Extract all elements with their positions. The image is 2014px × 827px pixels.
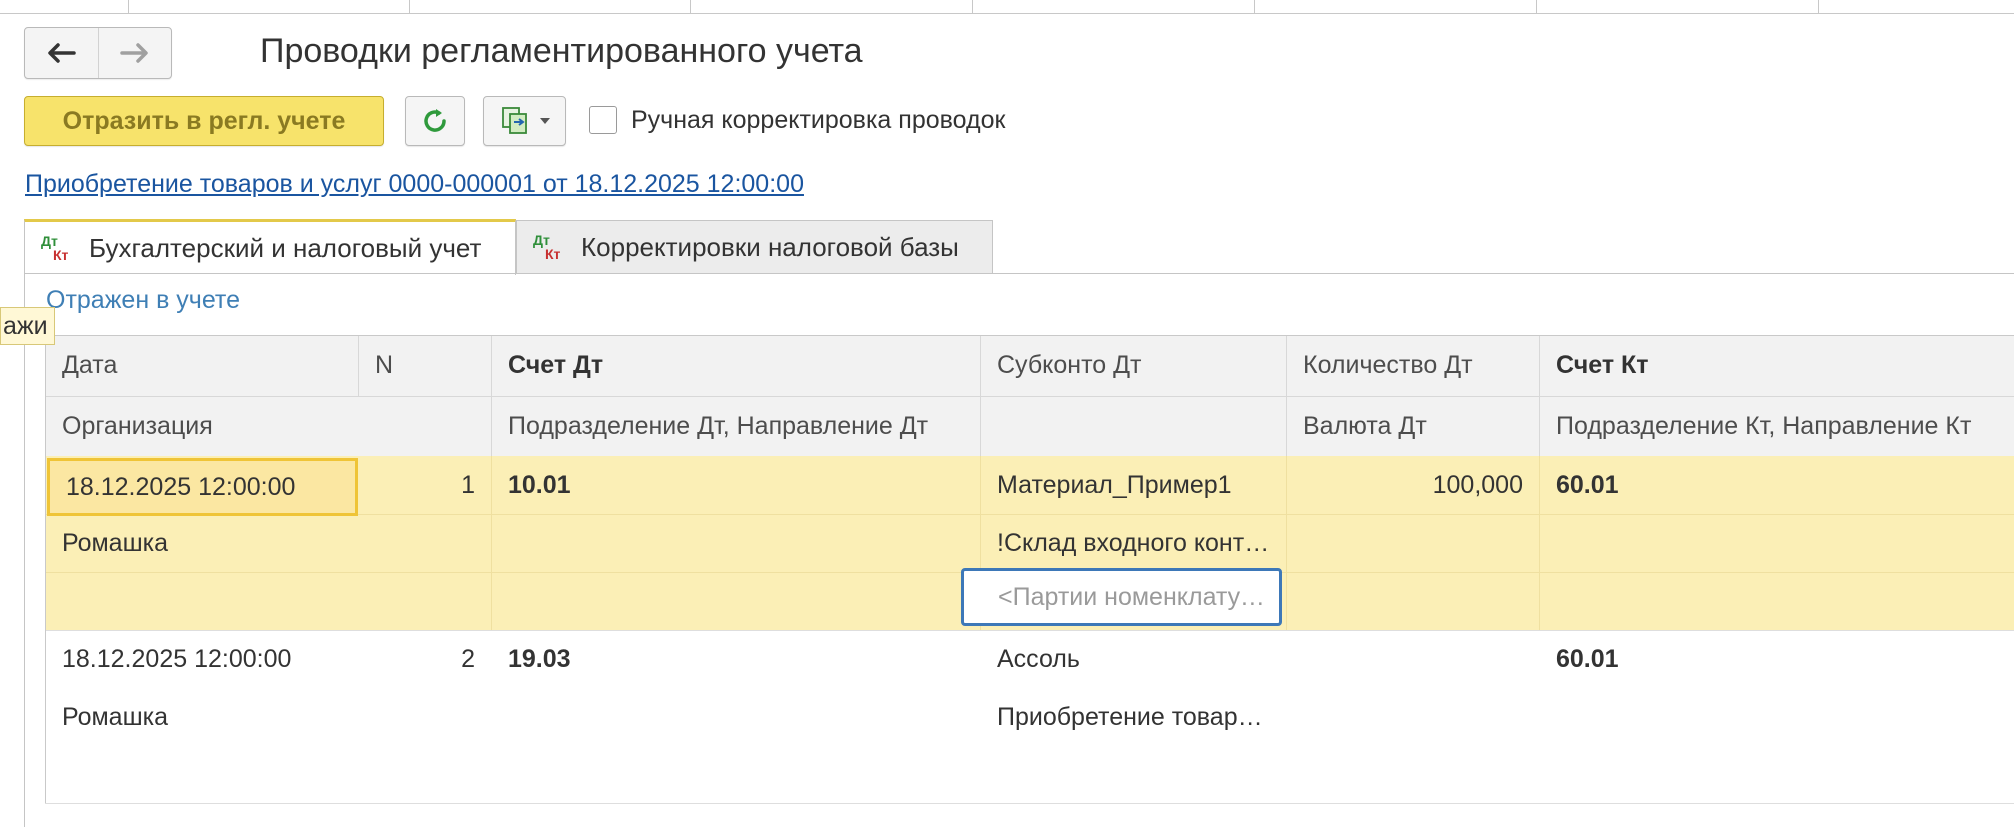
- navigation-buttons: [24, 27, 172, 79]
- cell-quantity-dt[interactable]: 100,000: [1287, 456, 1539, 514]
- dt-kt-icon: Дт Кт: [41, 232, 69, 263]
- cell-account-kt[interactable]: 60.01: [1540, 630, 2014, 688]
- panel-border: [24, 274, 25, 827]
- table-bottom-border: [45, 803, 2014, 804]
- cell-account-dt[interactable]: 10.01: [492, 456, 980, 514]
- posting-status: Отражен в учете: [46, 286, 240, 314]
- document-structure-button[interactable]: [483, 96, 566, 146]
- structure-icon: [501, 107, 527, 134]
- cell-account-dt[interactable]: 19.03: [492, 630, 980, 688]
- cell-number[interactable]: 1: [359, 456, 491, 514]
- cell-subconto-dt-1[interactable]: Материал_Пример1: [981, 456, 1286, 514]
- cell-organization[interactable]: Ромашка: [46, 688, 491, 746]
- header-quantity-dt[interactable]: Количество Дт: [1287, 336, 1539, 394]
- arrow-left-icon: [48, 43, 76, 63]
- cell-subconto-dt-2[interactable]: !Склад входного контроля: [981, 514, 1286, 572]
- refresh-button[interactable]: [405, 96, 465, 146]
- cell-account-kt[interactable]: 60.01: [1540, 456, 2014, 514]
- tab-accounting-tax[interactable]: Дт Кт Бухгалтерский и налоговый учет: [24, 219, 516, 275]
- page-title: Проводки регламентированного учета: [260, 32, 863, 70]
- source-document-link[interactable]: Приобретение товаров и услуг 0000-000001…: [25, 170, 804, 199]
- arrow-right-icon: [120, 43, 148, 63]
- tab-label: Корректировки налоговой базы: [581, 232, 959, 262]
- dt-kt-icon: Дт Кт: [533, 231, 561, 262]
- cell-date[interactable]: 18.12.2025 12:00:00: [46, 630, 358, 688]
- cell-organization[interactable]: Ромашка: [46, 514, 491, 572]
- cell-date[interactable]: 18.12.2025 12:00:00: [47, 458, 358, 516]
- header-number[interactable]: N: [359, 336, 491, 394]
- header-organization[interactable]: Организация: [46, 397, 491, 455]
- tab-label: Бухгалтерский и налоговый учет: [89, 233, 482, 263]
- forward-button[interactable]: [97, 28, 172, 78]
- header-subconto-dt[interactable]: Субконто Дт: [981, 336, 1286, 394]
- header-account-kt[interactable]: Счет Кт: [1540, 336, 2014, 394]
- cell-number[interactable]: 2: [359, 630, 491, 688]
- post-to-accounting-button[interactable]: Отразить в регл. учете: [24, 96, 384, 146]
- back-button[interactable]: [25, 28, 98, 78]
- header-currency-dt[interactable]: Валюта Дт: [1287, 397, 1539, 455]
- tooltip-fragment: ажи: [0, 307, 55, 345]
- subconto-edit-field[interactable]: <Партии номенклатуры>: [961, 568, 1282, 626]
- cell-subconto-dt-1[interactable]: Ассоль: [981, 630, 1286, 688]
- cell-subconto-dt-2[interactable]: Приобретение товаров и услуг: [981, 688, 1286, 746]
- tabs-divider: [24, 273, 2014, 274]
- manual-correction-label: Ручная корректировка проводок: [631, 106, 1006, 134]
- tab-tax-base-corrections[interactable]: Дт Кт Корректировки налоговой базы: [516, 220, 993, 274]
- chevron-down-icon: [539, 118, 550, 124]
- top-tab-strip: [0, 0, 2014, 14]
- header-date[interactable]: Дата: [46, 336, 358, 394]
- header-division-kt[interactable]: Подразделение Кт, Направление Кт: [1540, 397, 2014, 455]
- manual-correction-checkbox[interactable]: [589, 106, 617, 134]
- refresh-icon: [424, 109, 446, 132]
- header-account-dt[interactable]: Счет Дт: [492, 336, 980, 394]
- header-division-dt[interactable]: Подразделение Дт, Направление Дт: [492, 397, 980, 455]
